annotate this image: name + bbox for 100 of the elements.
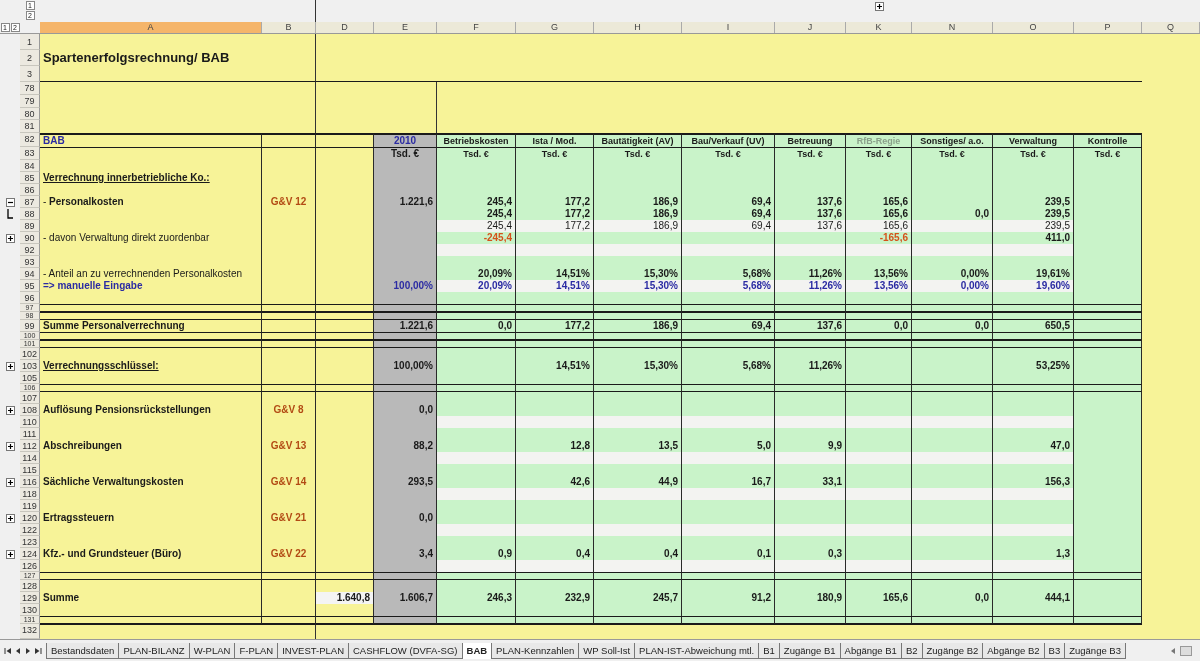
column-header[interactable]: H <box>594 22 682 33</box>
expand-icon[interactable] <box>5 513 15 523</box>
sheet-tab[interactable]: Abgänge B2 <box>983 642 1045 659</box>
row-header[interactable]: 119 <box>20 500 40 512</box>
row-header[interactable]: 107 <box>20 392 40 404</box>
column-header[interactable]: E <box>374 22 437 33</box>
column-header[interactable]: K <box>846 22 912 33</box>
table-cell: Kfz.- und Grundsteuer (Büro) <box>40 548 262 560</box>
row-header[interactable]: 128 <box>20 580 40 592</box>
first-sheet-icon[interactable] <box>4 646 12 655</box>
table-cell: 0,00% <box>912 280 993 292</box>
row-header[interactable]: 99 <box>20 320 40 332</box>
scroll-left-icon[interactable] <box>1170 646 1176 655</box>
row-header[interactable]: 115 <box>20 464 40 476</box>
row-header[interactable]: 92 <box>20 244 40 256</box>
row-header[interactable]: 105 <box>20 372 40 384</box>
row-header[interactable]: 130 <box>20 604 40 616</box>
sheet-tab[interactable]: BAB <box>462 642 493 659</box>
sheet-tab[interactable]: B2 <box>901 642 923 659</box>
table-cell: 186,9 <box>594 196 682 208</box>
table-cell: 239,5 <box>993 196 1074 208</box>
expand-icon[interactable] <box>5 405 15 415</box>
row-header[interactable]: 87 <box>20 196 40 208</box>
expand-icon[interactable] <box>5 361 15 371</box>
row-header[interactable]: 90 <box>20 232 40 244</box>
sheet-tab[interactable]: Zugänge B2 <box>922 642 984 659</box>
table-cell: 0,9 <box>437 548 516 560</box>
scrollbar-box-icon[interactable] <box>1180 645 1192 656</box>
sheet-tab[interactable]: CASHFLOW (DVFA-SG) <box>349 642 463 659</box>
sheet-tab[interactable]: Abgänge B1 <box>840 642 902 659</box>
row-header[interactable]: 129 <box>20 592 40 604</box>
sheet-tab[interactable]: PLAN-Kennzahlen <box>492 642 580 659</box>
sheet-tab[interactable]: B3 <box>1044 642 1066 659</box>
row-header[interactable]: 123 <box>20 536 40 548</box>
row-header[interactable]: 102 <box>20 348 40 360</box>
last-sheet-icon[interactable] <box>34 646 42 655</box>
column-header[interactable]: D <box>316 22 374 33</box>
row-header[interactable]: 110 <box>20 416 40 428</box>
row-header[interactable]: 132 <box>20 624 40 639</box>
table-cell: Ista / Mod. <box>516 133 594 147</box>
row-header[interactable]: 88 <box>20 208 40 220</box>
expand-icon[interactable] <box>5 233 15 243</box>
sheet-tab[interactable]: WP Soll-Ist <box>579 642 636 659</box>
sheet-tab[interactable]: Zugänge B3 <box>1065 642 1126 659</box>
column-header[interactable]: A <box>40 22 262 33</box>
sheet-tab[interactable]: PLAN-BILANZ <box>119 642 190 659</box>
sheet-tab[interactable]: Zugänge B1 <box>779 642 841 659</box>
row-header[interactable]: 85 <box>20 172 40 184</box>
expand-icon[interactable] <box>5 549 15 559</box>
table-cell: Betreuung <box>775 133 846 147</box>
row-header[interactable]: 124 <box>20 548 40 560</box>
outline-bracket-icon[interactable] <box>6 209 14 219</box>
column-header[interactable]: P <box>1074 22 1142 33</box>
column-header[interactable]: F <box>437 22 516 33</box>
row-header[interactable]: 122 <box>20 524 40 536</box>
expand-icon[interactable] <box>5 441 15 451</box>
expand-icon[interactable] <box>874 2 884 11</box>
row-header[interactable]: 95 <box>20 280 40 292</box>
sheet-tab[interactable]: W-PLAN <box>189 642 236 659</box>
row-header[interactable]: 78 <box>20 82 40 95</box>
row-header[interactable]: 84 <box>20 160 40 172</box>
row-header[interactable]: 126 <box>20 560 40 572</box>
row-header[interactable]: 114 <box>20 452 40 464</box>
row-header[interactable]: 116 <box>20 476 40 488</box>
sheet-tab[interactable]: INVEST-PLAN <box>278 642 349 659</box>
row-header[interactable]: 2 <box>20 50 40 66</box>
column-header[interactable]: I <box>682 22 775 33</box>
row-header[interactable]: 1 <box>20 34 40 50</box>
sheet-tab[interactable]: B1 <box>759 642 780 659</box>
table-cell: 411,0 <box>993 232 1074 244</box>
column-header[interactable]: N <box>912 22 993 33</box>
row-header[interactable]: 81 <box>20 120 40 133</box>
row-header[interactable]: 96 <box>20 292 40 304</box>
column-header[interactable]: J <box>775 22 846 33</box>
table-cell: 11,26% <box>775 360 846 372</box>
row-header[interactable]: 120 <box>20 512 40 524</box>
sheet-tab[interactable]: F-PLAN <box>235 642 279 659</box>
table-cell: 0,0 <box>437 320 516 332</box>
previous-sheet-icon[interactable] <box>14 646 22 655</box>
column-header[interactable]: G <box>516 22 594 33</box>
row-header[interactable]: 111 <box>20 428 40 440</box>
table-cell: Kontrolle <box>1074 133 1142 147</box>
column-header[interactable]: Q <box>1142 22 1200 33</box>
row-header[interactable]: 86 <box>20 184 40 196</box>
next-sheet-icon[interactable] <box>24 646 32 655</box>
row-header[interactable]: 94 <box>20 268 40 280</box>
row-header[interactable]: 118 <box>20 488 40 500</box>
sheet-tab[interactable]: Bestandsdaten <box>47 642 120 659</box>
row-header[interactable]: 89 <box>20 220 40 232</box>
row-header[interactable]: 3 <box>20 66 40 82</box>
column-header[interactable]: O <box>993 22 1074 33</box>
row-header[interactable]: 108 <box>20 404 40 416</box>
row-header[interactable]: 103 <box>20 360 40 372</box>
sheet-tab[interactable]: PLAN-IST-Abweichung mtl. <box>635 642 760 659</box>
row-header[interactable]: 112 <box>20 440 40 452</box>
column-header[interactable]: B <box>262 22 316 33</box>
row-header[interactable]: 82 <box>20 133 40 147</box>
collapse-icon[interactable] <box>5 197 15 207</box>
row-header[interactable]: 93 <box>20 256 40 268</box>
expand-icon[interactable] <box>5 477 15 487</box>
